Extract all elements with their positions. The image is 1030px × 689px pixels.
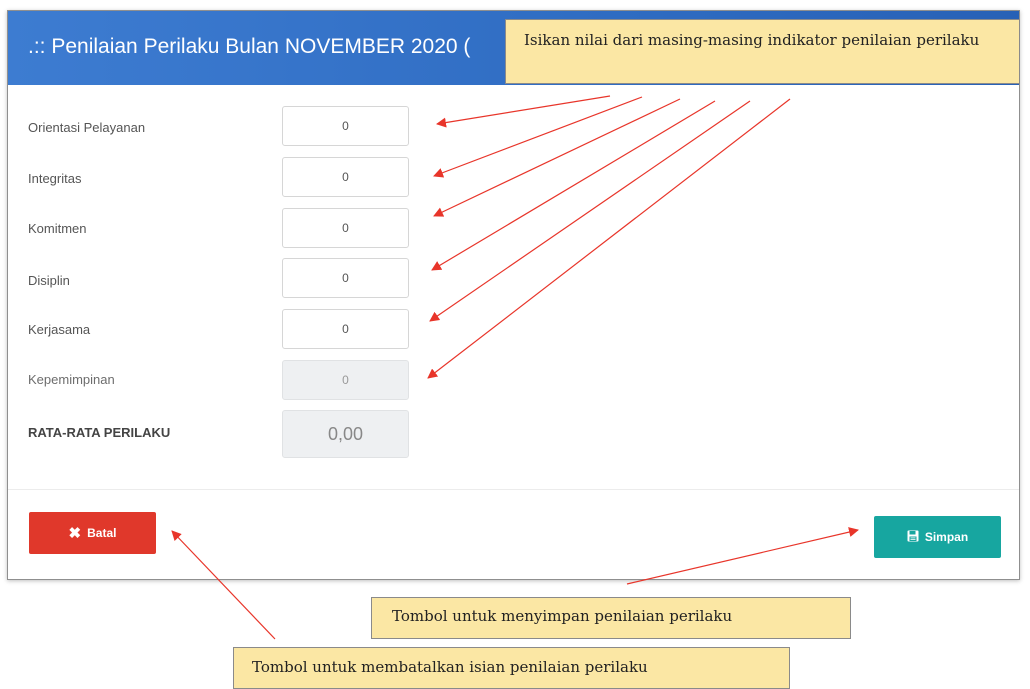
label-orientasi-pelayanan: Orientasi Pelayanan — [28, 120, 146, 135]
cancel-button[interactable]: ✖ Batal — [29, 512, 156, 554]
rata-rata-perilaku-field — [282, 410, 409, 458]
floppy-disk-icon — [907, 530, 919, 545]
label-disiplin: Disiplin — [28, 273, 70, 288]
label-kepemimpinan: Kepemimpinan — [28, 372, 115, 387]
callout-cancel-button: Tombol untuk membatalkan isian penilaian… — [233, 647, 790, 689]
orientasi-pelayanan-input[interactable] — [282, 106, 409, 146]
komitmen-input[interactable] — [282, 208, 409, 248]
integritas-input[interactable] — [282, 157, 409, 197]
kepemimpinan-input — [282, 360, 409, 400]
callout-indicator-instructions: Isikan nilai dari masing-masing indikato… — [505, 19, 1020, 84]
save-button[interactable]: Simpan — [874, 516, 1001, 558]
label-integritas: Integritas — [28, 171, 82, 186]
footer-divider — [8, 489, 1019, 490]
label-komitmen: Komitmen — [28, 221, 87, 236]
disiplin-input[interactable] — [282, 258, 409, 298]
label-kerjasama: Kerjasama — [28, 322, 91, 337]
cancel-button-label: Batal — [87, 526, 117, 540]
callout-save-button: Tombol untuk menyimpan penilaian perilak… — [371, 597, 851, 639]
kerjasama-input[interactable] — [282, 309, 409, 349]
close-icon: ✖ — [68, 524, 82, 542]
penilaian-perilaku-modal: .:: Penilaian Perilaku Bulan NOVEMBER 20… — [7, 10, 1020, 580]
save-button-label: Simpan — [924, 530, 969, 544]
modal-title: .:: Penilaian Perilaku Bulan NOVEMBER 20… — [28, 35, 471, 58]
label-rata-rata-perilaku: RATA-RATA PERILAKU — [28, 425, 171, 440]
